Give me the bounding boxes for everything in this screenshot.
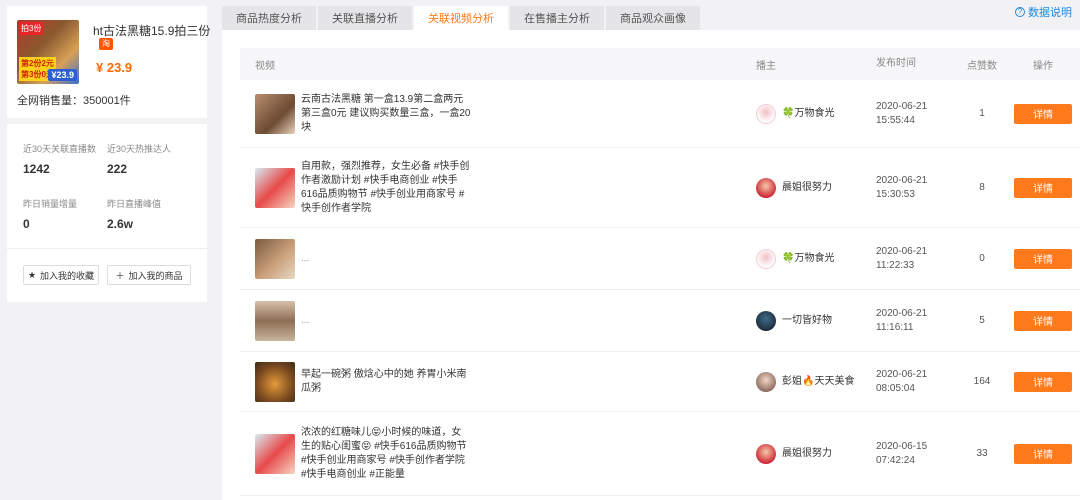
add-favorite-button[interactable]: ★ 加入我的收藏 xyxy=(23,265,99,285)
video-thumbnail[interactable] xyxy=(255,238,295,279)
product-title[interactable]: ht古法黑糖15.9拍三份 xyxy=(93,22,210,39)
help-link[interactable]: ? 数据说明 xyxy=(1015,4,1072,20)
like-count: 5 xyxy=(979,315,985,326)
table-row: 浓浓的红糖味儿😝小时候的味道，女生的贴心闺蜜😝 #快手616品质购物节 #快手创… xyxy=(240,412,1080,496)
publish-time: 2020-06-15 07:42:24 xyxy=(876,440,928,466)
table-header: 视频 播主 发布时间 点赞数 操作 xyxy=(240,48,1080,80)
avatar[interactable] xyxy=(756,443,776,464)
plus-icon: ＋ xyxy=(115,270,125,281)
video-title[interactable]: 浓浓的红糖味儿😝小时候的味道，女生的贴心闺蜜😝 #快手616品质购物节 #快手创… xyxy=(301,426,471,482)
anchor-name[interactable]: 🍀万物食光 xyxy=(782,252,834,265)
question-icon: ? xyxy=(1015,7,1025,17)
stat-related-live: 近30天关联直播数 1242 xyxy=(23,144,97,176)
publish-time: 2020-06-21 11:22:33 xyxy=(876,245,928,271)
tab-bar: 商品热度分析 关联直播分析 关联视频分析 在售播主分析 商品观众画像 xyxy=(222,6,700,30)
sales-total: 全网销售量：350001件 xyxy=(17,95,131,107)
avatar[interactable] xyxy=(756,103,776,124)
anchor-name[interactable]: 🍀万物食光 xyxy=(782,107,834,120)
header-time: 发布时间 xyxy=(876,58,916,69)
video-title[interactable]: ... xyxy=(301,252,471,266)
like-count: 164 xyxy=(973,376,991,387)
like-count: 8 xyxy=(979,182,985,193)
video-title[interactable]: ... xyxy=(301,314,471,328)
anchor-name[interactable]: 晨姐很努力 xyxy=(782,181,832,194)
tab-selling-anchors[interactable]: 在售播主分析 xyxy=(510,6,604,30)
video-table: 视频 播主 发布时间 点赞数 操作 云南古法黑糖 第一盒13.9第二盒两元第三盒… xyxy=(240,48,1080,496)
like-count: 33 xyxy=(976,448,988,459)
detail-button[interactable]: 详情 xyxy=(1014,310,1072,331)
like-count: 0 xyxy=(979,253,985,264)
publish-time: 2020-06-21 08:05:04 xyxy=(876,368,928,394)
anchor-name[interactable]: 彭姐🔥天天美食 xyxy=(782,375,854,388)
stat-yesterday-peak: 昨日直播峰值 2.6w xyxy=(107,199,162,231)
anchor-name[interactable]: 晨姐很努力 xyxy=(782,447,832,460)
thumb-price: ¥23.9 xyxy=(48,69,77,81)
divider xyxy=(7,248,207,249)
header-likes: 点赞数 xyxy=(967,60,997,72)
detail-button[interactable]: 详情 xyxy=(1014,443,1072,464)
video-title[interactable]: 早起一碗粥 傲焓心中的她 养胃小米南瓜粥 xyxy=(301,368,471,396)
product-thumbnail[interactable]: 拍3份 第2份2元 第3份0元 ¥23.9 xyxy=(17,20,79,84)
anchor-name[interactable]: 一切皆好物 xyxy=(782,314,832,327)
video-thumbnail[interactable] xyxy=(255,300,295,341)
star-icon: ★ xyxy=(27,269,37,280)
detail-button[interactable]: 详情 xyxy=(1014,371,1072,392)
table-row: 早起一碗粥 傲焓心中的她 养胃小米南瓜粥 彭姐🔥天天美食 2020-06-21 0… xyxy=(240,352,1080,412)
video-title[interactable]: 自用款，强烈推荐，女生必备 #快手创作者激励计划 #快手电商创业 #快手616品… xyxy=(301,160,471,216)
video-thumbnail[interactable] xyxy=(255,93,295,134)
like-count: 1 xyxy=(979,108,985,119)
detail-button[interactable]: 详情 xyxy=(1014,248,1072,269)
header-video: 视频 xyxy=(255,60,275,72)
tab-related-live[interactable]: 关联直播分析 xyxy=(318,6,412,30)
tab-product-heat[interactable]: 商品热度分析 xyxy=(222,6,316,30)
avatar[interactable] xyxy=(756,177,776,198)
stat-yesterday-sales: 昨日销量增量 0 xyxy=(23,199,78,231)
taobao-icon: 淘 xyxy=(99,38,113,50)
publish-time: 2020-06-21 15:30:53 xyxy=(876,174,928,200)
table-row: ... 一切皆好物 2020-06-21 11:16:11 5 详情 xyxy=(240,290,1080,352)
tab-related-video[interactable]: 关联视频分析 xyxy=(414,6,508,30)
table-row: ... 🍀万物食光 2020-06-21 11:22:33 0 详情 xyxy=(240,228,1080,290)
video-thumbnail[interactable] xyxy=(255,167,295,208)
table-row: 自用款，强烈推荐，女生必备 #快手创作者激励计划 #快手电商创业 #快手616品… xyxy=(240,148,1080,228)
header-op: 操作 xyxy=(1033,60,1053,72)
avatar[interactable] xyxy=(756,371,776,392)
table-row: 云南古法黑糖 第一盒13.9第二盒两元第三盒0元 建议购买数量三盒，一盒20块 … xyxy=(240,80,1080,148)
product-price: ¥ 23.9 xyxy=(96,60,133,75)
video-thumbnail[interactable] xyxy=(255,361,295,402)
avatar[interactable] xyxy=(756,310,776,331)
main-panel: 视频 播主 发布时间 点赞数 操作 云南古法黑糖 第一盒13.9第二盒两元第三盒… xyxy=(222,30,1080,500)
header-anchor: 播主 xyxy=(756,60,776,72)
tab-audience-profile[interactable]: 商品观众画像 xyxy=(606,6,700,30)
publish-time: 2020-06-21 15:55:44 xyxy=(876,100,928,126)
publish-time: 2020-06-21 11:16:11 xyxy=(876,307,928,333)
stat-hot-push: 近30天热推达人 222 xyxy=(107,144,172,176)
video-thumbnail[interactable] xyxy=(255,433,295,474)
avatar[interactable] xyxy=(756,248,776,269)
video-title[interactable]: 云南古法黑糖 第一盒13.9第二盒两元第三盒0元 建议购买数量三盒，一盒20块 xyxy=(301,93,471,135)
detail-button[interactable]: 详情 xyxy=(1014,177,1072,198)
add-product-button[interactable]: ＋ 加入我的商品 xyxy=(107,265,191,285)
product-card: 拍3份 第2份2元 第3份0元 ¥23.9 ht古法黑糖15.9拍三份 淘 ¥ … xyxy=(7,6,210,118)
detail-button[interactable]: 详情 xyxy=(1014,103,1072,124)
thumb-tag-top: 拍3份 xyxy=(19,22,44,35)
